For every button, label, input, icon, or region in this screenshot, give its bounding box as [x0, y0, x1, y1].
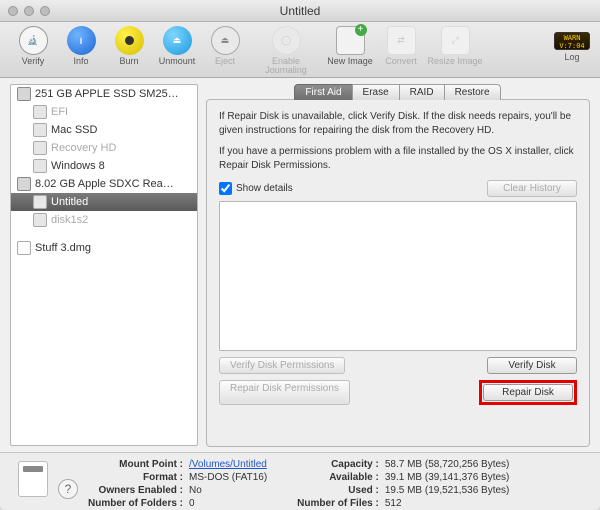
- burn-icon: [115, 26, 144, 55]
- format-value: MS-DOS (FAT16): [189, 472, 267, 484]
- info-footer: ? Mount Point : /Volumes/Untitled Format…: [0, 452, 600, 510]
- tab-erase[interactable]: Erase: [352, 84, 400, 100]
- volume-icon: [33, 105, 47, 119]
- volume-icon: [33, 159, 47, 173]
- available-label: Available :: [297, 472, 379, 484]
- convert-button: ⇄ Convert: [378, 26, 424, 66]
- enable-journaling-button: ◯ Enable Journaling: [250, 26, 322, 75]
- info-button[interactable]: i Info: [58, 26, 104, 66]
- new-image-button[interactable]: New Image: [324, 26, 376, 66]
- owners-label: Owners Enabled :: [88, 485, 183, 497]
- new-image-icon: [336, 26, 365, 55]
- clear-history-button: Clear History: [487, 180, 577, 197]
- convert-icon: ⇄: [387, 26, 416, 55]
- content-area: First Aid Erase RAID Restore If Repair D…: [206, 84, 590, 446]
- sidebar-volume-recovery[interactable]: Recovery HD: [11, 139, 197, 157]
- disk-utility-window: Untitled 🔬 Verify i Info Burn ⏏ Unmount …: [0, 0, 600, 510]
- format-label: Format :: [88, 472, 183, 484]
- info-icon: i: [67, 26, 96, 55]
- resize-icon: ⤢: [441, 26, 470, 55]
- sidebar-disk-sdxc[interactable]: 8.02 GB Apple SDXC Rea…: [11, 175, 197, 193]
- sidebar-volume-untitled[interactable]: Untitled: [11, 193, 197, 211]
- verify-button[interactable]: 🔬 Verify: [10, 26, 56, 66]
- sidebar-volume-macssd[interactable]: Mac SSD: [11, 121, 197, 139]
- sidebar-dmg-stuff[interactable]: Stuff 3.dmg: [11, 239, 197, 257]
- repair-disk-button[interactable]: Repair Disk: [483, 384, 573, 401]
- help-text-1: If Repair Disk is unavailable, click Ver…: [219, 110, 577, 137]
- log-output[interactable]: [219, 201, 577, 351]
- resize-image-button: ⤢ Resize Image: [426, 26, 484, 66]
- help-button[interactable]: ?: [58, 479, 78, 499]
- show-details-label: Show details: [236, 183, 293, 194]
- used-value: 19.5 MB (19,521,536 Bytes): [385, 485, 510, 497]
- mount-point-link[interactable]: /Volumes/Untitled: [189, 459, 267, 470]
- log-button[interactable]: WARNV:7:04 Log: [554, 26, 590, 62]
- folders-label: Number of Folders :: [88, 498, 183, 510]
- files-label: Number of Files :: [297, 498, 379, 510]
- sd-volume-icon: [33, 195, 47, 209]
- owners-value: No: [189, 485, 267, 497]
- files-value: 512: [385, 498, 510, 510]
- tab-restore[interactable]: Restore: [444, 84, 501, 100]
- verify-disk-button[interactable]: Verify Disk: [487, 357, 577, 374]
- internal-disk-icon: [17, 87, 31, 101]
- unmount-icon: ⏏: [163, 26, 192, 55]
- repair-disk-highlight: Repair Disk: [479, 380, 577, 405]
- burn-button[interactable]: Burn: [106, 26, 152, 66]
- verify-permissions-button: Verify Disk Permissions: [219, 357, 345, 374]
- used-label: Used :: [297, 485, 379, 497]
- toolbar: 🔬 Verify i Info Burn ⏏ Unmount ⏏ Eject ◯…: [0, 22, 600, 78]
- repair-permissions-button: Repair Disk Permissions: [219, 380, 350, 405]
- show-details-checkbox[interactable]: [219, 182, 232, 195]
- log-icon: WARNV:7:04: [554, 32, 590, 50]
- disk-sidebar: 251 GB APPLE SSD SM25… EFI Mac SSD Recov…: [10, 84, 198, 446]
- folders-value: 0: [189, 498, 267, 510]
- mount-point-label: Mount Point :: [88, 459, 183, 471]
- first-aid-panel: If Repair Disk is unavailable, click Ver…: [206, 99, 590, 447]
- tab-raid[interactable]: RAID: [399, 84, 445, 100]
- dmg-icon: [17, 241, 31, 255]
- sidebar-volume-efi[interactable]: EFI: [11, 103, 197, 121]
- sd-card-icon: [18, 461, 48, 497]
- capacity-label: Capacity :: [297, 459, 379, 471]
- volume-icon: [33, 123, 47, 137]
- eject-icon: ⏏: [211, 26, 240, 55]
- unmount-button[interactable]: ⏏ Unmount: [154, 26, 200, 66]
- sidebar-volume-disk1s2[interactable]: disk1s2: [11, 211, 197, 229]
- window-title: Untitled: [0, 4, 600, 18]
- sidebar-disk-ssd[interactable]: 251 GB APPLE SSD SM25…: [11, 85, 197, 103]
- sidebar-volume-windows[interactable]: Windows 8: [11, 157, 197, 175]
- tab-bar: First Aid Erase RAID Restore: [206, 84, 590, 100]
- tab-first-aid[interactable]: First Aid: [294, 84, 352, 100]
- capacity-value: 58.7 MB (58,720,256 Bytes): [385, 459, 510, 471]
- available-value: 39.1 MB (39,141,376 Bytes): [385, 472, 510, 484]
- volume-icon: [33, 213, 47, 227]
- help-text-2: If you have a permissions problem with a…: [219, 145, 577, 172]
- volume-icon: [33, 141, 47, 155]
- journal-icon: ◯: [272, 26, 301, 55]
- eject-button: ⏏ Eject: [202, 26, 248, 66]
- titlebar: Untitled: [0, 0, 600, 22]
- microscope-icon: 🔬: [19, 26, 48, 55]
- sd-reader-icon: [17, 177, 31, 191]
